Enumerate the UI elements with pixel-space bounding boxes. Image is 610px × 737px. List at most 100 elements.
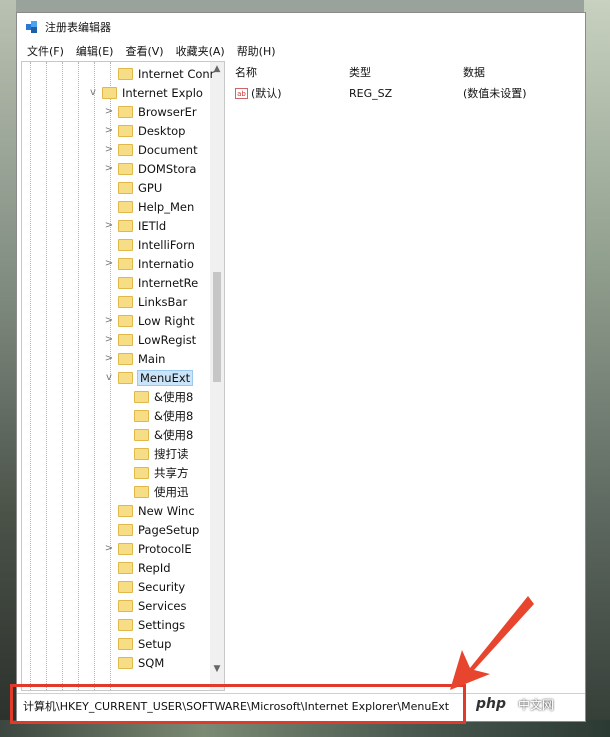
folder-icon (118, 637, 133, 650)
tree-item-label: Main (138, 351, 166, 366)
chevron-down-icon[interactable]: v (104, 372, 114, 383)
menu-help[interactable]: 帮助(H) (231, 43, 282, 59)
chevron-right-icon[interactable]: > (104, 334, 114, 345)
chevron-right-icon[interactable]: > (104, 543, 114, 554)
tree-item-label: Internet Conr (138, 66, 215, 81)
watermark-logo: php (470, 694, 513, 714)
tree-vertical-scrollbar[interactable]: ▲ ▼ (210, 62, 224, 690)
tree-item-label: RepId (138, 560, 171, 575)
menu-edit[interactable]: 编辑(E) (70, 43, 120, 59)
tree-item[interactable]: Settings (104, 615, 185, 634)
tree-item[interactable]: > Main (104, 349, 166, 368)
tree-item[interactable]: > Document (104, 140, 198, 159)
folder-icon (134, 390, 149, 403)
column-type-header[interactable]: 类型 (349, 64, 463, 80)
tree-item-label: Help_Men (138, 199, 195, 214)
tree-item[interactable]: 共享方 (120, 463, 189, 482)
tree-item[interactable]: > DOMStora (104, 159, 197, 178)
folder-icon (118, 238, 133, 251)
tree-item[interactable]: Setup (104, 634, 171, 653)
tree-item-label: New Winc (138, 503, 195, 518)
tree-item-label: 搜打读 (154, 446, 189, 461)
chevron-right-icon[interactable]: > (104, 163, 114, 174)
tree-item[interactable]: &使用8 (120, 425, 193, 444)
folder-icon (118, 219, 133, 232)
watermark-text: 中文网 (518, 697, 555, 712)
tree-item-label: Settings (138, 617, 186, 632)
scroll-down-icon[interactable]: ▼ (210, 662, 224, 676)
chevron-right-icon[interactable]: > (104, 106, 114, 117)
tree-item[interactable]: New Winc (104, 501, 195, 520)
tree-item[interactable]: Security (104, 577, 185, 596)
chevron-down-icon[interactable]: v (88, 87, 98, 98)
tree-item[interactable]: 使用迅 (120, 482, 189, 501)
folder-icon (118, 314, 133, 327)
tree-item[interactable]: > LowRegist (104, 330, 196, 349)
tree-item-label: Desktop (138, 123, 186, 138)
menu-favorites[interactable]: 收藏夹(A) (170, 43, 231, 59)
tree-item[interactable]: > BrowserEr (104, 102, 197, 121)
tree-item-label: &使用8 (154, 427, 194, 442)
tree-item-label: 使用迅 (154, 484, 189, 499)
tree-item[interactable]: > ProtocolE (104, 539, 192, 558)
tree-item[interactable]: RepId (104, 558, 171, 577)
chevron-right-icon[interactable]: > (104, 220, 114, 231)
tree-item[interactable]: LinksBar (104, 292, 187, 311)
scroll-thumb[interactable] (213, 272, 221, 382)
folder-icon (118, 580, 133, 593)
menu-view[interactable]: 查看(V) (119, 43, 169, 59)
column-data-header[interactable]: 数据 (463, 64, 573, 80)
column-name-header[interactable]: 名称 (229, 64, 349, 80)
tree-item[interactable]: v MenuExt (104, 368, 194, 387)
folder-icon (118, 656, 133, 669)
folder-icon (118, 67, 133, 80)
tree-item[interactable]: > Internatio (104, 254, 194, 273)
value-row-default[interactable]: ab (默认) REG_SZ (数值未设置) (229, 83, 583, 103)
title-bar[interactable]: 注册表编辑器 (17, 13, 585, 41)
tree-item[interactable]: v Internet Explo (88, 83, 203, 102)
folder-icon (118, 352, 133, 365)
tree-item[interactable]: Services (104, 596, 187, 615)
chevron-right-icon[interactable]: > (104, 353, 114, 364)
folder-icon (118, 162, 133, 175)
chevron-right-icon[interactable]: > (104, 125, 114, 136)
tree-item-label: Document (138, 142, 198, 157)
registry-tree[interactable]: ▲ ▼ Internet Conr v Internet Explo > Browser… (21, 61, 225, 691)
folder-icon (134, 447, 149, 460)
folder-icon (118, 523, 133, 536)
folder-icon (118, 295, 133, 308)
tree-item[interactable]: &使用8 (120, 387, 193, 406)
folder-icon (118, 333, 133, 346)
tree-item[interactable]: InternetRe (104, 273, 198, 292)
highlight-box (10, 684, 466, 724)
folder-icon (118, 561, 133, 574)
tree-item-label: Security (138, 579, 186, 594)
registry-editor-icon (25, 20, 39, 34)
tree-item[interactable]: 搜打读 (120, 444, 189, 463)
folder-icon (102, 86, 117, 99)
folder-icon (118, 200, 133, 213)
tree-item[interactable]: SQM (104, 653, 164, 672)
menu-file[interactable]: 文件(F) (21, 43, 70, 59)
desktop-background-right (584, 0, 610, 737)
tree-item-label: IETld (138, 218, 167, 233)
tree-item[interactable]: > Low Right (104, 311, 195, 330)
tree-item[interactable]: > Desktop (104, 121, 186, 140)
tree-item-label: &使用8 (154, 389, 194, 404)
tree-item[interactable]: GPU (104, 178, 162, 197)
tree-item[interactable]: > IETld (104, 216, 166, 235)
column-headers: 名称 类型 数据 (229, 61, 583, 83)
tree-item[interactable]: PageSetup (104, 520, 199, 539)
chevron-right-icon[interactable]: > (104, 258, 114, 269)
folder-icon (134, 466, 149, 479)
tree-item[interactable]: IntelliForn (104, 235, 195, 254)
tree-item[interactable]: Internet Conr (104, 64, 214, 83)
folder-icon (118, 371, 133, 384)
tree-item[interactable]: &使用8 (120, 406, 193, 425)
tree-item[interactable]: Help_Men (104, 197, 194, 216)
chevron-right-icon[interactable]: > (104, 144, 114, 155)
tree-item-label: Setup (138, 636, 172, 651)
chevron-right-icon[interactable]: > (104, 315, 114, 326)
folder-icon (118, 276, 133, 289)
tree-item-label: BrowserEr (138, 104, 197, 119)
